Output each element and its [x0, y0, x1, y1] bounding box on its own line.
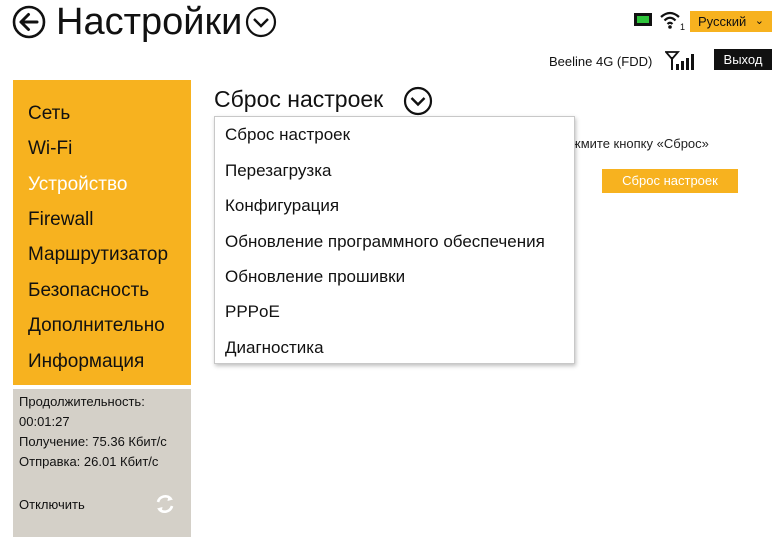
sidebar-item-security[interactable]: Безопасность [28, 279, 149, 303]
sidebar-item-network[interactable]: Сеть [28, 102, 70, 126]
back-icon[interactable] [12, 5, 46, 39]
svg-text:1: 1 [680, 22, 685, 31]
receive-rate: Получение: 75.36 Кбит/с [19, 434, 167, 449]
sidebar-item-router[interactable]: Маршрутизатор [28, 243, 168, 267]
send-rate: Отправка: 26.01 Кбит/с [19, 454, 159, 469]
duration-value: 00:01:27 [19, 414, 70, 429]
refresh-icon[interactable] [154, 493, 176, 518]
reset-settings-button[interactable]: Сброс настроек [602, 169, 738, 193]
sim-card-icon [633, 12, 653, 32]
section-chevron-down-icon[interactable] [403, 86, 433, 116]
sidebar-item-advanced[interactable]: Дополнительно [28, 314, 165, 338]
sidebar-nav: Сеть Wi-Fi Устройство Firewall Маршрутиз… [13, 80, 191, 385]
menu-item-configuration[interactable]: Конфигурация [225, 195, 339, 217]
connection-stats-panel: Продолжительность: 00:01:27 Получение: 7… [13, 389, 191, 537]
section-title[interactable]: Сброс настроек [214, 85, 383, 113]
reset-hint-text: жмите кнопку «Сброс» [572, 136, 709, 151]
sidebar-item-info[interactable]: Информация [28, 350, 144, 374]
menu-item-pppoe[interactable]: PPPoE [225, 301, 280, 323]
disconnect-link[interactable]: Отключить [19, 496, 85, 514]
title-chevron-down-icon[interactable] [245, 6, 277, 38]
sidebar-item-device[interactable]: Устройство [28, 173, 127, 197]
page-title: Настройки [56, 1, 243, 43]
signal-strength-icon [664, 51, 695, 76]
sidebar-item-firewall[interactable]: Firewall [28, 208, 93, 232]
logout-button[interactable]: Выход [714, 49, 772, 70]
language-selector[interactable]: Русский ⌄ [690, 11, 772, 32]
section-dropdown-menu: Сброс настроек Перезагрузка Конфигурация… [214, 116, 575, 364]
menu-item-reboot[interactable]: Перезагрузка [225, 160, 331, 182]
sidebar-item-wifi[interactable]: Wi-Fi [28, 137, 72, 161]
menu-item-firmware-update[interactable]: Обновление прошивки [225, 266, 405, 288]
chevron-down-icon: ⌄ [754, 15, 764, 27]
menu-item-diagnostics[interactable]: Диагностика [225, 337, 324, 359]
operator-name: Beeline 4G (FDD) [549, 54, 653, 69]
menu-item-reset[interactable]: Сброс настроек [225, 124, 350, 146]
language-label: Русский [698, 14, 747, 29]
wifi-icon: 1 [659, 9, 687, 36]
duration-label: Продолжительность: [19, 394, 145, 409]
menu-item-software-update[interactable]: Обновление программного обеспечения [225, 231, 545, 253]
